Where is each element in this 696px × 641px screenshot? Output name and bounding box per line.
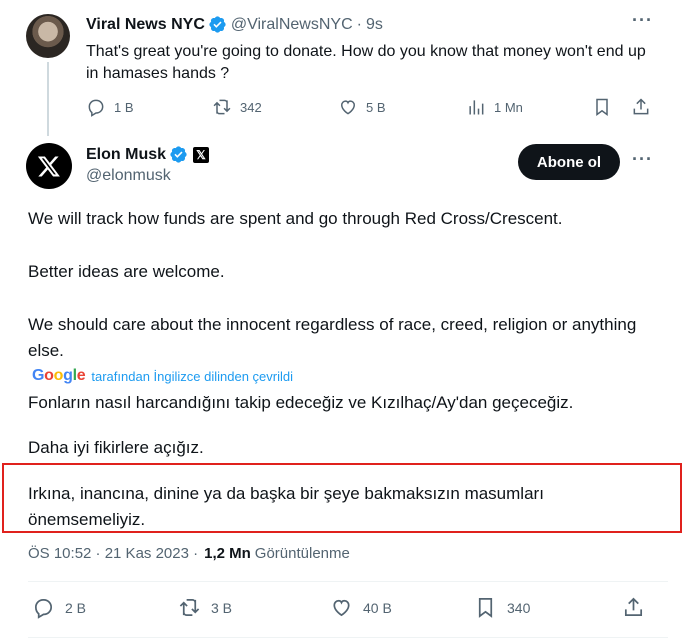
reply-button[interactable]: 1 B	[86, 97, 134, 117]
verified-badge-icon	[170, 146, 187, 163]
avatar[interactable]	[26, 14, 70, 58]
share-button[interactable]	[631, 97, 651, 117]
affiliate-badge-icon: 𝕏	[193, 146, 210, 163]
like-button[interactable]: 40 B	[330, 596, 392, 619]
translation-attribution: Google tarafından İngilizce dilinden çev…	[32, 367, 293, 385]
share-icon	[633, 98, 649, 115]
more-options-icon[interactable]: ···	[632, 10, 653, 31]
like-button[interactable]: 5 B	[338, 97, 386, 117]
repost-icon	[179, 598, 200, 617]
heart-icon	[333, 599, 350, 617]
follow-button[interactable]: Abone ol	[518, 144, 620, 180]
like-count: 40 B	[363, 599, 392, 616]
original-paragraph-3: We should care about the innocent regard…	[28, 315, 637, 360]
red-highlight-box	[2, 463, 682, 533]
repost-count: 342	[240, 99, 262, 115]
heart-icon	[340, 100, 356, 115]
translated-paragraph-1: Fonların nasıl harcandığını takip edeceğ…	[28, 393, 574, 412]
more-options-icon[interactable]: ···	[632, 149, 653, 170]
repost-count: 3 B	[211, 599, 233, 616]
repost-button[interactable]: 342	[212, 97, 262, 117]
avatar[interactable]	[26, 143, 72, 189]
views-count: 1,2 Mn	[204, 545, 251, 562]
reply-text: That's great you're going to donate. How…	[86, 43, 646, 82]
divider	[28, 581, 668, 582]
bookmark-icon	[596, 98, 608, 116]
author-handle[interactable]: @ViralNewsNYC	[231, 16, 353, 34]
separator: ·	[356, 15, 362, 33]
views-count: 1 Mn	[494, 99, 523, 115]
translated-paragraph-2: Daha iyi fikirlere açığız.	[28, 438, 204, 457]
bookmark-button[interactable]	[592, 97, 612, 117]
author-handle[interactable]: @elonmusk	[86, 167, 171, 185]
like-count: 5 B	[366, 99, 386, 115]
tweet-action-bar: 2 B 3 B 40 B 340	[32, 596, 652, 622]
original-paragraph-2: Better ideas are welcome.	[28, 262, 225, 281]
bookmark-icon	[478, 598, 493, 618]
x-logo-icon	[37, 156, 60, 177]
reply-tweet[interactable]: Viral News NYC @ViralNewsNYC · 9s ··· Th…	[0, 0, 696, 136]
reply-count: 1 B	[114, 99, 134, 115]
bookmark-button[interactable]: 340	[474, 596, 530, 619]
bookmark-count: 340	[507, 599, 531, 616]
author-name[interactable]: Elon Musk	[86, 146, 166, 164]
reply-action-bar: 1 B 342 5 B 1 Mn	[86, 97, 656, 119]
views-label: Görüntülenme	[254, 545, 350, 562]
reply-button[interactable]: 2 B	[32, 596, 86, 619]
reply-header: Viral News NYC @ViralNewsNYC · 9s	[86, 15, 383, 34]
translation-note[interactable]: tarafından İngilizce dilinden çevrildi	[91, 369, 293, 384]
tweet-meta: ÖS 10:52 · 21 Kas 2023 · 1,2 Mn Görüntül…	[28, 545, 350, 562]
comment-icon	[34, 598, 53, 619]
repost-button[interactable]: 3 B	[178, 596, 232, 619]
post-time[interactable]: 9s	[366, 16, 383, 34]
author-name-row: Elon Musk 𝕏	[86, 145, 210, 164]
repost-icon	[213, 99, 231, 115]
comment-icon	[88, 99, 104, 117]
views-button[interactable]: 1 Mn	[466, 97, 523, 117]
google-logo: Google	[32, 367, 86, 384]
original-paragraph-1: We will track how funds are spent and go…	[28, 209, 563, 228]
thread-line	[47, 62, 49, 136]
timestamp[interactable]: ÖS 10:52 · 21 Kas 2023 ·	[28, 545, 198, 562]
share-icon	[624, 597, 643, 617]
reply-count: 2 B	[65, 599, 87, 616]
author-name[interactable]: Viral News NYC	[86, 16, 205, 34]
verified-badge-icon	[209, 16, 226, 33]
analytics-icon	[469, 100, 484, 115]
divider	[28, 637, 668, 638]
share-button[interactable]	[622, 596, 645, 619]
